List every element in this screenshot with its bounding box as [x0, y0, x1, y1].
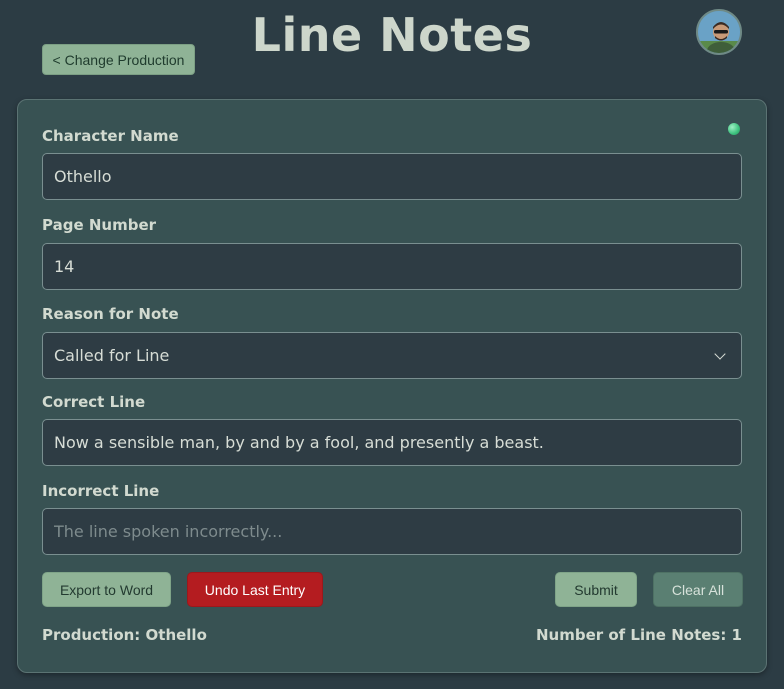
undo-last-entry-button[interactable]: Undo Last Entry: [187, 572, 323, 607]
reason-label: Reason for Note: [42, 305, 179, 323]
production-name: Production: Othello: [42, 626, 207, 644]
page-number-field[interactable]: [42, 243, 742, 290]
clear-all-button[interactable]: Clear All: [653, 572, 743, 607]
chevron-down-icon: [714, 347, 726, 360]
line-notes-count: Number of Line Notes: 1: [535, 626, 742, 644]
incorrect-line-field[interactable]: [42, 508, 742, 555]
submit-button[interactable]: Submit: [555, 572, 637, 607]
user-avatar[interactable]: [696, 9, 742, 55]
connection-status-indicator: [728, 123, 740, 135]
reason-selected-value: Called for Line: [54, 346, 170, 365]
page-number-input[interactable]: [54, 257, 730, 276]
line-note-form-card: Character Name Page Number Reason for No…: [17, 99, 767, 673]
page-title: Line Notes: [251, 8, 533, 62]
incorrect-line-input[interactable]: [54, 522, 730, 541]
correct-line-field[interactable]: [42, 419, 742, 466]
character-name-input[interactable]: [54, 167, 730, 186]
export-to-word-button[interactable]: Export to Word: [42, 572, 171, 607]
reason-select[interactable]: Called for Line: [42, 332, 742, 379]
character-name-field[interactable]: [42, 153, 742, 200]
incorrect-line-label: Incorrect Line: [42, 482, 160, 500]
correct-line-label: Correct Line: [42, 393, 146, 411]
line-notes-page: < Change Production Line Notes Character…: [0, 0, 784, 689]
correct-line-input[interactable]: [54, 433, 730, 452]
character-name-label: Character Name: [42, 127, 179, 145]
page-number-label: Page Number: [42, 216, 157, 234]
